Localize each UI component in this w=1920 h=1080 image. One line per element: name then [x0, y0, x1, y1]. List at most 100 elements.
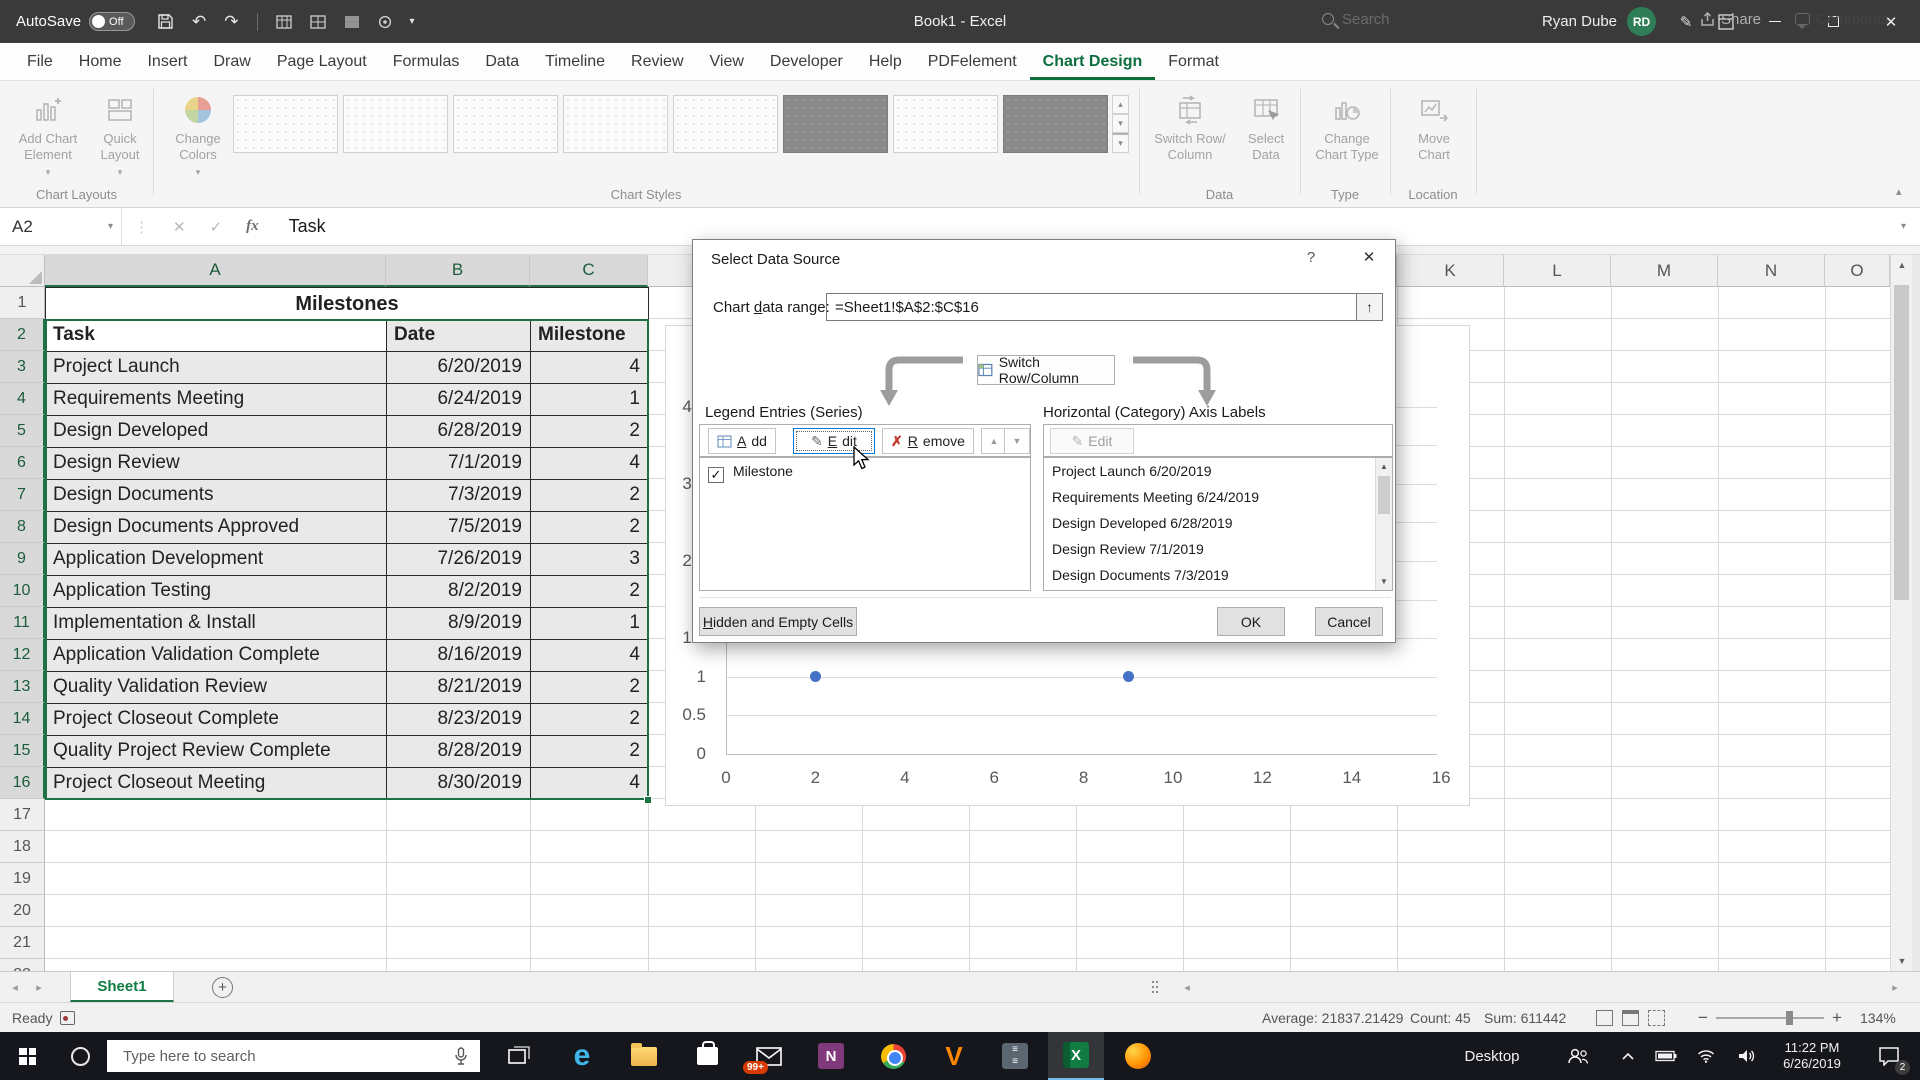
axis-scroll-thumb[interactable] [1378, 476, 1390, 514]
move-down-icon[interactable]: ▼ [1004, 428, 1030, 454]
row-header-14[interactable]: 14 [0, 703, 45, 735]
insert-function-icon[interactable]: fx [246, 218, 259, 235]
customize-quick-access-icon[interactable]: ▾ [410, 17, 415, 27]
taskbar-app-chrome[interactable] [865, 1032, 921, 1080]
sheet-tab-sheet1[interactable]: Sheet1 [70, 972, 174, 1002]
ok-button[interactable]: OK [1217, 607, 1285, 636]
row-header-5[interactable]: 5 [0, 415, 45, 447]
change-chart-type-button[interactable]: Change Chart Type [1310, 89, 1384, 187]
share-button[interactable]: Share [1700, 0, 1761, 38]
scroll-down-icon[interactable]: ▼ [1891, 951, 1913, 971]
ribbon-tab-format[interactable]: Format [1155, 43, 1232, 80]
dialog-help-button[interactable]: ? [1297, 249, 1325, 273]
column-header-M[interactable]: M [1611, 255, 1718, 287]
row-header-12[interactable]: 12 [0, 639, 45, 671]
undo-icon[interactable]: ↶ [192, 13, 206, 30]
scroll-up-icon[interactable]: ▲ [1891, 255, 1913, 275]
action-center-button[interactable]: 2 [1866, 1032, 1912, 1080]
formula-content[interactable]: Task [289, 216, 326, 237]
axis-label-item-3[interactable]: Design Developed 6/28/2019 [1044, 510, 1374, 536]
name-box[interactable]: A2 ▾ [0, 208, 122, 245]
row-header-18[interactable]: 18 [0, 831, 45, 863]
taskbar-app-file-explorer[interactable] [616, 1032, 672, 1080]
column-header-O[interactable]: O [1825, 255, 1890, 287]
record-macro-icon[interactable] [60, 1011, 75, 1025]
search-box[interactable]: Search [1322, 0, 1390, 38]
zoom-level[interactable]: 134% [1860, 1003, 1896, 1033]
ribbon-tab-draw[interactable]: Draw [200, 43, 263, 80]
add-chart-element-button[interactable]: Add Chart Element▾ [10, 89, 86, 187]
zoom-slider[interactable] [1716, 1017, 1824, 1019]
collapse-dialog-picker-icon[interactable]: ↑ [1356, 294, 1382, 320]
taskbar-app-sticky-notes[interactable]: ≡≡ [987, 1032, 1043, 1080]
change-colors-button[interactable]: Change Colors▾ [165, 89, 231, 187]
column-header-A[interactable]: A [45, 255, 386, 287]
data-point-milestone-2[interactable] [810, 671, 821, 682]
row-header-15[interactable]: 15 [0, 735, 45, 767]
confirm-entry-icon[interactable]: ✓ [210, 218, 223, 236]
network-icon[interactable] [1688, 1032, 1724, 1080]
row-header-4[interactable]: 4 [0, 383, 45, 415]
normal-view-icon[interactable] [1596, 1010, 1613, 1026]
cortana-button[interactable] [55, 1032, 105, 1080]
taskbar-app-media-player[interactable]: V [926, 1032, 982, 1080]
desktop-label[interactable]: Desktop [1452, 1032, 1532, 1080]
people-icon[interactable] [1556, 1032, 1600, 1080]
settings-dot-icon[interactable] [378, 15, 392, 29]
zoom-out-icon[interactable]: − [1698, 1003, 1708, 1033]
show-hidden-icons-chevron[interactable] [1612, 1032, 1644, 1080]
edit-axis-labels-button[interactable]: ✎Edit [1050, 428, 1134, 454]
column-header-K[interactable]: K [1397, 255, 1504, 287]
row-header-2[interactable]: 2 [0, 319, 45, 351]
axis-label-item-4[interactable]: Design Review 7/1/2019 [1044, 536, 1374, 562]
taskbar-app-mail[interactable]: 99+ [741, 1032, 797, 1080]
column-header-C[interactable]: C [530, 255, 648, 287]
row-header-17[interactable]: 17 [0, 799, 45, 831]
select-all-corner[interactable] [0, 255, 45, 287]
legend-entries-list[interactable]: ✓Milestone [699, 457, 1031, 591]
volume-icon[interactable] [1728, 1032, 1764, 1080]
legend-item-checkbox[interactable]: ✓ [708, 467, 724, 483]
avatar[interactable]: RD [1627, 7, 1656, 36]
data-point-milestone-9[interactable] [1123, 671, 1134, 682]
redo-icon[interactable]: ↷ [224, 13, 238, 30]
ribbon-tab-file[interactable]: File [14, 43, 66, 80]
axis-scroll-up-icon[interactable]: ▲ [1376, 458, 1392, 475]
chart-data-range-input[interactable]: =Sheet1!$A$2:$C$16 ↑ [826, 293, 1383, 321]
zoom-slider-thumb[interactable] [1786, 1011, 1793, 1025]
ribbon-tab-chart-design[interactable]: Chart Design [1030, 43, 1156, 80]
quick-layout-button[interactable]: Quick Layout▾ [90, 89, 150, 187]
autosave-switch-icon[interactable]: Off [89, 12, 135, 31]
page-layout-view-icon[interactable] [1622, 1010, 1639, 1026]
microphone-icon[interactable] [454, 1047, 468, 1065]
ribbon-tab-developer[interactable]: Developer [757, 43, 856, 80]
row-header-22[interactable]: 22 [0, 959, 45, 971]
taskbar-app-onenote[interactable]: N [803, 1032, 859, 1080]
hidden-and-empty-cells-button[interactable]: Hidden and Empty Cells [699, 607, 857, 636]
table-tool-icon[interactable] [276, 14, 292, 30]
zoom-in-icon[interactable]: + [1832, 1003, 1842, 1033]
merge-cells-icon[interactable] [344, 14, 360, 30]
row-header-20[interactable]: 20 [0, 895, 45, 927]
column-header-N[interactable]: N [1718, 255, 1825, 287]
gallery-scroll-down-icon[interactable]: ▾ [1112, 114, 1129, 133]
row-header-7[interactable]: 7 [0, 479, 45, 511]
table-borders-icon[interactable] [310, 14, 326, 30]
gallery-scroll-up-icon[interactable]: ▴ [1112, 95, 1129, 114]
comments-button[interactable]: Comments [1795, 0, 1889, 38]
ribbon-tab-pdfelement[interactable]: PDFelement [915, 43, 1030, 80]
switch-row-column-button[interactable]: Switch Row/Column [977, 355, 1115, 385]
row-header-10[interactable]: 10 [0, 575, 45, 607]
switch-row-column-button[interactable]: Switch Row/ Column [1150, 89, 1230, 187]
page-break-preview-icon[interactable] [1648, 1010, 1665, 1026]
row-header-6[interactable]: 6 [0, 447, 45, 479]
row-header-13[interactable]: 13 [0, 671, 45, 703]
remove-series-button[interactable]: ✗Remove [882, 428, 974, 454]
chart-style-thumbnail-4[interactable] [563, 95, 668, 153]
expand-formula-bar-icon[interactable]: ▾ [1901, 221, 1906, 232]
cancel-entry-icon[interactable]: ✕ [173, 218, 186, 236]
row-header-1[interactable]: 1 [0, 287, 45, 319]
row-header-21[interactable]: 21 [0, 927, 45, 959]
axis-labels-list[interactable]: Project Launch 6/20/2019Requirements Mee… [1043, 457, 1393, 591]
taskbar-app-edge[interactable]: e [554, 1032, 610, 1080]
